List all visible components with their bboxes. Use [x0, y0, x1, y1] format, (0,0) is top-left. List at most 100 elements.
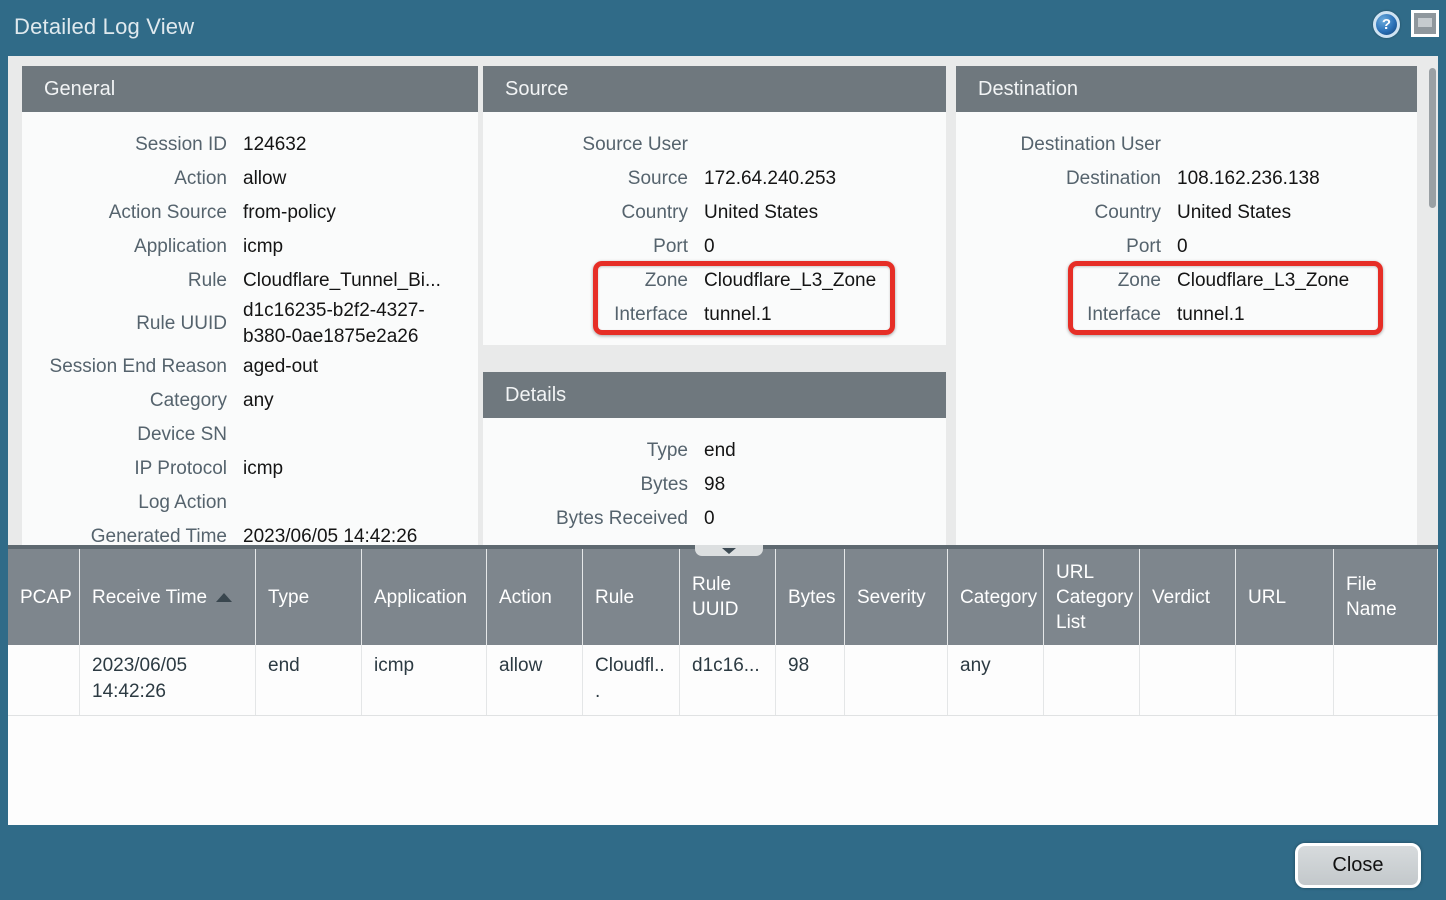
field-row-type: Typeend: [483, 434, 946, 468]
column-header-severity[interactable]: Severity: [845, 549, 948, 645]
column-header-verdict[interactable]: Verdict: [1140, 549, 1236, 645]
field-label: IP Protocol: [22, 458, 227, 480]
field-row-zone: Zone Cloudflare_L3_Zone: [483, 264, 946, 298]
restore-window-icon-glyph: [1418, 18, 1432, 27]
field-value: 98: [704, 472, 725, 498]
chevron-down-icon: [722, 548, 736, 554]
cell-category: any: [948, 645, 1044, 715]
panel-details: Details TypeendBytes98Bytes Received0: [483, 372, 946, 545]
field-row-rule-uuid: Rule UUIDd1c16235-b2f2-4327-b380-0ae1875…: [22, 298, 478, 350]
cell-rule: Cloudfl...: [583, 645, 680, 715]
vertical-scrollbar-thumb[interactable]: [1429, 68, 1436, 208]
cell-receive-time: 2023/06/05 14:42:26: [80, 645, 256, 715]
cell-verdict: [1140, 645, 1236, 715]
splitter-handle[interactable]: [695, 545, 763, 556]
field-value: 108.162.236.138: [1177, 166, 1320, 192]
cell-severity: [845, 645, 948, 715]
field-row-ip-protocol: IP Protocolicmp: [22, 452, 478, 486]
sort-asc-icon: [216, 593, 232, 602]
column-header-label: PCAP: [20, 585, 72, 610]
cell-type: end: [256, 645, 362, 715]
cell-file-name: [1334, 645, 1438, 715]
cell-rule-uuid: d1c16...: [680, 645, 776, 715]
field-value: 2023/06/05 14:42:26: [243, 524, 417, 545]
field-label: Type: [483, 440, 688, 462]
column-header-file-name[interactable]: File Name: [1334, 549, 1438, 645]
column-header-url[interactable]: URL: [1236, 549, 1334, 645]
log-table-header: PCAP Receive Time Type ApplicationAction Rul…: [8, 549, 1438, 645]
panel-general: General Session ID124632ActionallowActio…: [22, 66, 478, 545]
field-row-bytes-received: Bytes Received 0: [483, 502, 946, 536]
field-label: Source User: [483, 134, 688, 156]
field-value: aged-out: [243, 354, 318, 380]
field-label: Country: [483, 202, 688, 224]
field-label: Generated Time: [22, 526, 227, 545]
panel-general-fields: Session ID124632ActionallowAction Source…: [22, 112, 478, 545]
field-row-action-source: Action Sourcefrom-policy: [22, 196, 478, 230]
panel-source: Source Source User Source 172.64.240.253 Co…: [483, 66, 946, 345]
field-row-session-id: Session ID124632: [22, 128, 478, 162]
field-label: Category: [22, 390, 227, 412]
field-row-source: Source 172.64.240.253: [483, 162, 946, 196]
field-row-generated-time: Generated Time 2023/06/05 14:42:26: [22, 520, 478, 545]
column-header-label: Bytes: [788, 585, 836, 610]
field-row-port: Port0: [483, 230, 946, 264]
restore-window-icon[interactable]: [1411, 10, 1439, 37]
field-label: Bytes Received: [483, 508, 688, 530]
field-label: Destination: [956, 168, 1161, 190]
field-row-category: Categoryany: [22, 384, 478, 418]
close-button[interactable]: Close: [1295, 843, 1421, 888]
field-value: Cloudflare_L3_Zone: [1177, 268, 1349, 294]
field-value: Cloudflare_L3_Zone: [704, 268, 876, 294]
column-header-pcap[interactable]: PCAP: [8, 549, 80, 645]
field-label: Session End Reason: [22, 356, 227, 378]
field-value: 0: [1177, 234, 1188, 260]
field-label: Action: [22, 168, 227, 190]
field-label: Device SN: [22, 424, 227, 446]
field-row-action: Actionallow: [22, 162, 478, 196]
field-row-device-sn: Device SN: [22, 418, 478, 452]
log-table: PCAP Receive Time Type ApplicationAction Rul…: [8, 545, 1438, 825]
column-header-bytes[interactable]: Bytes: [776, 549, 845, 645]
column-header-label: Type: [268, 585, 309, 610]
panel-details-fields: Typeend Bytes 98 Bytes Received 0: [483, 418, 946, 536]
field-row-log-action: Log Action: [22, 486, 478, 520]
log-table-row[interactable]: 2023/06/05 14:42:26endicmpallowCloudfl..…: [8, 645, 1438, 716]
field-value: 0: [704, 506, 715, 532]
field-label: Action Source: [22, 202, 227, 224]
field-label: Port: [483, 236, 688, 258]
field-label: Session ID: [22, 134, 227, 156]
field-row-destination-user: Destination User: [956, 128, 1417, 162]
help-icon[interactable]: ?: [1373, 11, 1400, 38]
field-value: 172.64.240.253: [704, 166, 836, 192]
field-label: Rule: [22, 270, 227, 292]
column-header-label: Severity: [857, 585, 926, 610]
column-header-label: File Name: [1346, 572, 1425, 622]
column-header-label: Verdict: [1152, 585, 1210, 610]
field-label: Rule UUID: [22, 313, 227, 335]
panel-source-title: Source: [483, 66, 946, 112]
field-label: Source: [483, 168, 688, 190]
column-header-application[interactable]: Application: [362, 549, 487, 645]
field-label: Bytes: [483, 474, 688, 496]
column-header-action[interactable]: Action: [487, 549, 583, 645]
panel-general-title: General: [22, 66, 478, 112]
column-header-label: Rule: [595, 585, 634, 610]
column-header-rule-uuid[interactable]: Rule UUID: [680, 549, 776, 645]
column-header-url-category-list[interactable]: URL Category List: [1044, 549, 1140, 645]
dialog-footer: Close: [0, 825, 1446, 900]
panel-destination-fields: Destination User Destination 108.162.236.1…: [956, 112, 1417, 332]
field-label: Zone: [483, 270, 688, 292]
field-label: Interface: [956, 304, 1161, 326]
field-row-destination: Destination 108.162.236.138: [956, 162, 1417, 196]
column-header-receive-time[interactable]: Receive Time: [80, 549, 256, 645]
field-value: tunnel.1: [704, 302, 772, 328]
column-header-category[interactable]: Category: [948, 549, 1044, 645]
field-row-bytes: Bytes 98: [483, 468, 946, 502]
cell-pcap: [8, 645, 80, 715]
field-value: end: [704, 438, 736, 464]
column-header-type[interactable]: Type: [256, 549, 362, 645]
field-row-country: CountryUnited States: [956, 196, 1417, 230]
field-row-application: Applicationicmp: [22, 230, 478, 264]
column-header-rule[interactable]: Rule: [583, 549, 680, 645]
